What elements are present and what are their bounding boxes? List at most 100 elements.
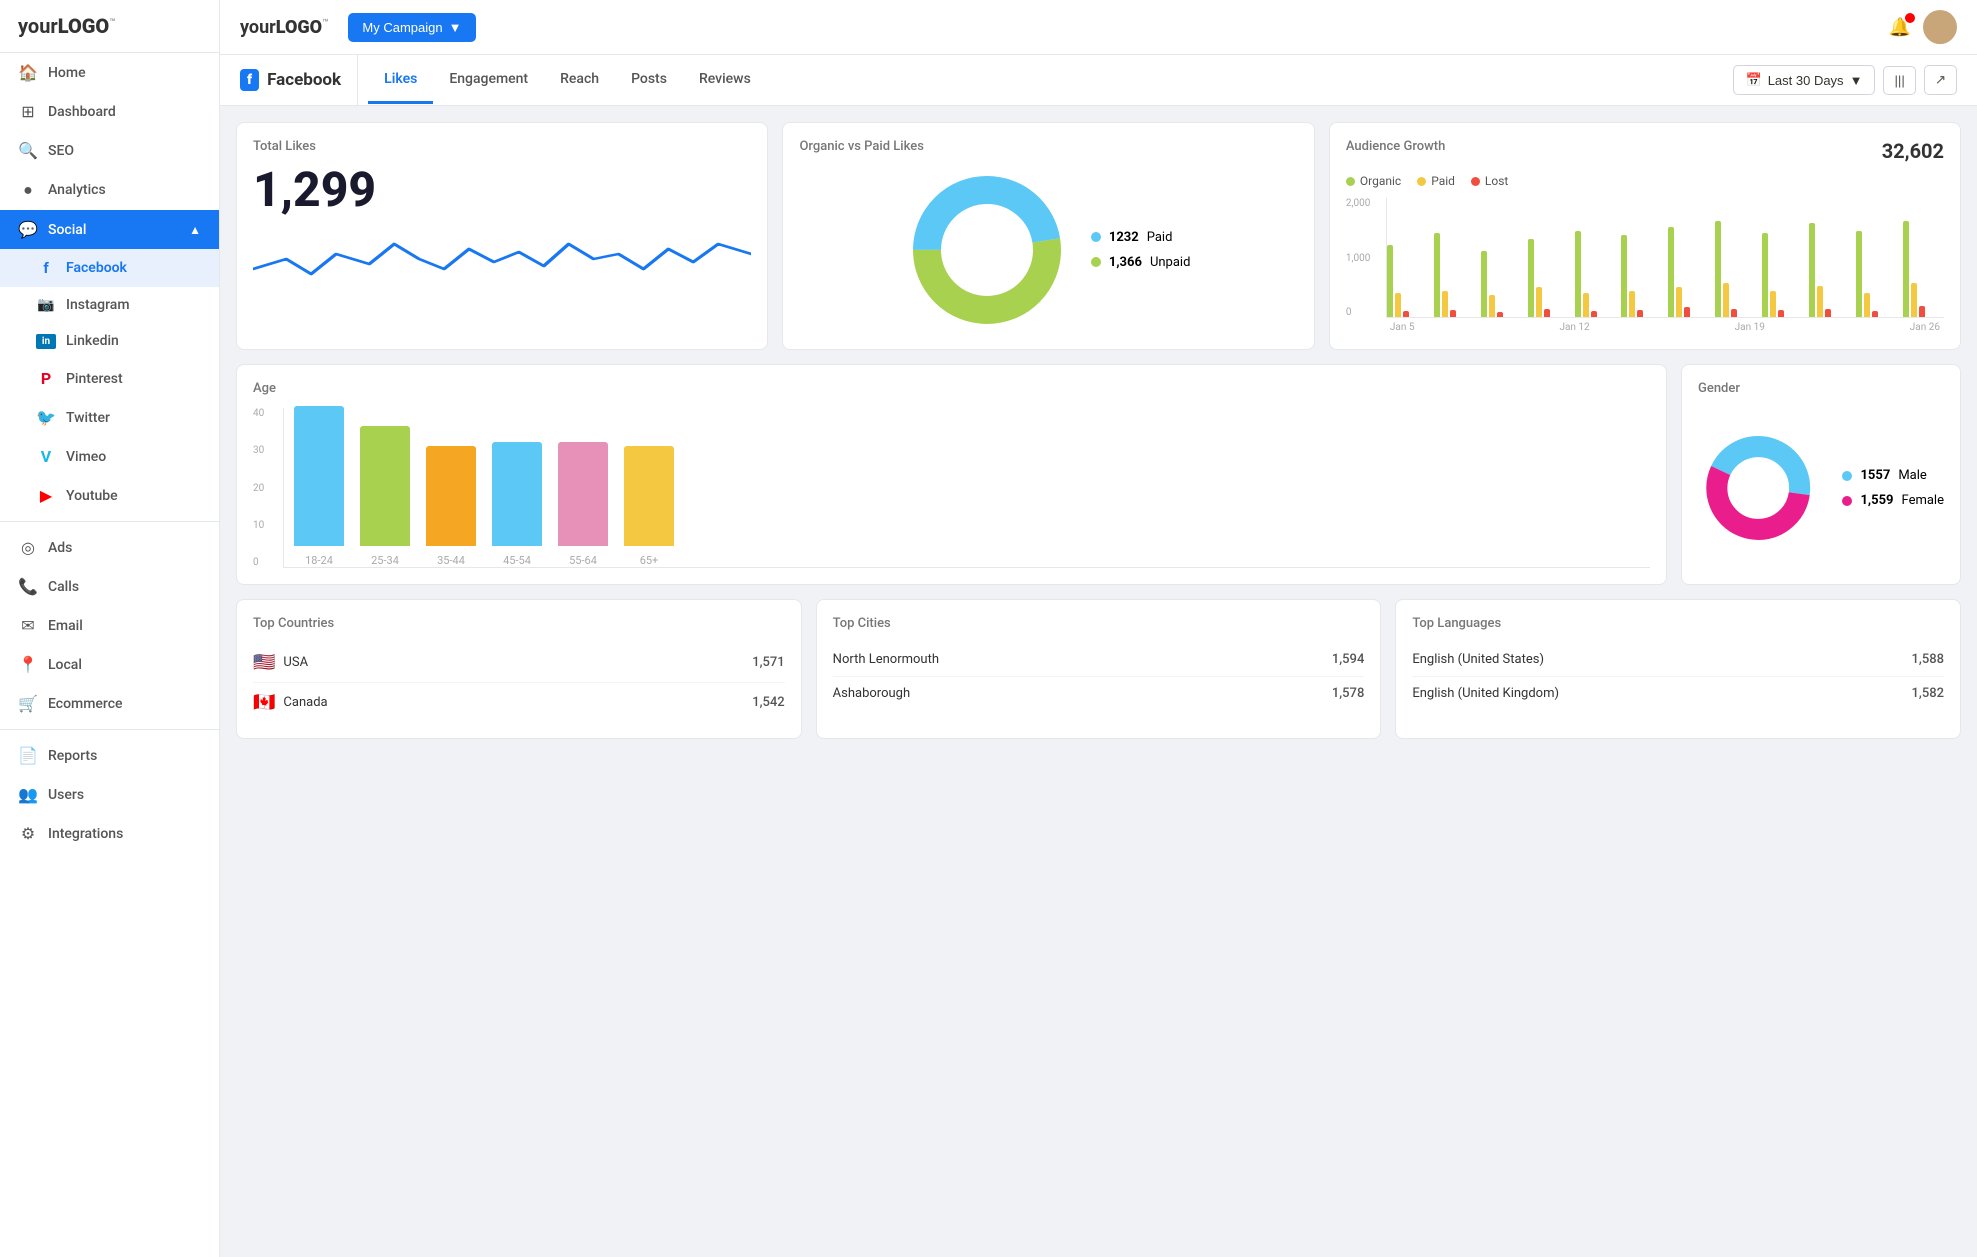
unpaid-dot — [1091, 257, 1101, 267]
tab-likes[interactable]: Likes — [368, 57, 433, 104]
sidebar-item-label: Dashboard — [48, 104, 116, 120]
unpaid-label: Unpaid — [1150, 255, 1190, 270]
growth-organic-bar — [1434, 233, 1440, 317]
tab-reach[interactable]: Reach — [544, 57, 615, 104]
campaign-button[interactable]: My Campaign ▼ — [348, 13, 475, 42]
seo-icon: 🔍 — [18, 141, 38, 160]
growth-paid-bar — [1911, 283, 1917, 317]
sidebar-item-social[interactable]: 💬 Social ▲ — [0, 210, 219, 249]
sidebar-item-pinterest[interactable]: P Pinterest — [0, 359, 219, 398]
chart-view-button[interactable]: ||| — [1883, 66, 1915, 95]
local-icon: 📍 — [18, 655, 38, 674]
top-cities-card: Top Cities North Lenormouth 1,594 Ashabo… — [816, 599, 1382, 739]
sidebar-item-vimeo[interactable]: V Vimeo — [0, 437, 219, 476]
age-y-40: 40 — [253, 408, 264, 419]
age-bar — [294, 406, 344, 546]
growth-organic-bar — [1856, 231, 1862, 317]
city-2-value: 1,578 — [1332, 686, 1364, 701]
user-avatar[interactable] — [1923, 10, 1957, 44]
country-usa-label: USA — [283, 655, 308, 670]
sidebar-item-label: Home — [48, 65, 86, 81]
sidebar-item-ads[interactable]: ◎ Ads — [0, 528, 219, 567]
growth-paid-bar — [1817, 286, 1823, 317]
sidebar-item-instagram[interactable]: 📷 Instagram — [0, 287, 219, 323]
table-row: 🇺🇸 USA 1,571 — [253, 643, 785, 683]
linkedin-icon: in — [36, 334, 56, 349]
y-label-0: 0 — [1346, 307, 1370, 318]
tab-engagement[interactable]: Engagement — [433, 57, 544, 104]
organic-paid-title: Organic vs Paid Likes — [799, 139, 1297, 154]
unpaid-value: 1,366 — [1109, 255, 1142, 270]
gender-card: Gender 1557 Male — [1681, 364, 1961, 585]
sidebar-item-calls[interactable]: 📞 Calls — [0, 567, 219, 606]
sidebar-item-integrations[interactable]: ⚙ Integrations — [0, 814, 219, 853]
sidebar-logo: yourLOGO™ — [0, 0, 219, 53]
female-legend-item: 1,559 Female — [1842, 493, 1944, 508]
growth-bar-group — [1762, 233, 1803, 317]
age-y-0: 0 — [253, 557, 264, 568]
youtube-icon: ▶ — [36, 486, 56, 505]
gender-title: Gender — [1698, 381, 1944, 396]
growth-bar-group — [1668, 227, 1709, 317]
sidebar-item-users[interactable]: 👥 Users — [0, 775, 219, 814]
growth-x-labels: Jan 5Jan 12Jan 19Jan 26 — [1386, 322, 1944, 333]
notification-badge — [1905, 13, 1915, 23]
age-title: Age — [253, 381, 1650, 396]
age-bar-label: 25-34 — [371, 554, 399, 567]
age-bar-label: 35-44 — [437, 554, 465, 567]
organic-legend: Organic — [1346, 174, 1401, 188]
growth-paid-bar — [1723, 283, 1729, 317]
sidebar-item-linkedin[interactable]: in Linkedin — [0, 323, 219, 359]
sidebar-item-seo[interactable]: 🔍 SEO — [0, 131, 219, 170]
growth-lost-bar — [1919, 306, 1925, 317]
sidebar-item-local[interactable]: 📍 Local — [0, 645, 219, 684]
dashboard-icon: ⊞ — [18, 102, 38, 121]
growth-lost-bar — [1403, 311, 1409, 317]
sidebar-item-email[interactable]: ✉ Email — [0, 606, 219, 645]
country-name-usa: 🇺🇸 USA — [253, 652, 308, 673]
sidebar-item-twitter[interactable]: 🐦 Twitter — [0, 398, 219, 437]
growth-lost-bar — [1497, 312, 1503, 317]
donut-legend: 1232 Paid 1,366 Unpaid — [1091, 230, 1191, 270]
growth-paid-bar — [1442, 291, 1448, 317]
sidebar-item-facebook[interactable]: f Facebook — [0, 249, 219, 287]
growth-lost-bar — [1450, 310, 1456, 317]
sidebar: yourLOGO™ 🏠 Home ⊞ Dashboard 🔍 SEO ● Ana… — [0, 0, 220, 1257]
bar-chart-icon: ||| — [1894, 73, 1904, 88]
growth-bar-group — [1387, 245, 1428, 317]
growth-bar-chart — [1386, 198, 1944, 318]
age-gender-row: Age 40 30 20 10 0 18-2425-3435-4445-5455… — [236, 364, 1961, 585]
growth-lost-bar — [1544, 309, 1550, 317]
growth-bar-group — [1575, 231, 1616, 317]
total-likes-card: Total Likes 1,299 — [236, 122, 768, 350]
country-canada-label: Canada — [283, 695, 327, 710]
sidebar-item-youtube[interactable]: ▶ Youtube — [0, 476, 219, 515]
city-2-name: Ashaborough — [833, 686, 910, 701]
share-button[interactable]: ↗ — [1924, 65, 1957, 95]
city-1-label: North Lenormouth — [833, 652, 939, 667]
sidebar-item-reports[interactable]: 📄 Reports — [0, 736, 219, 775]
y-label-1000: 1,000 — [1346, 253, 1370, 264]
notifications-bell[interactable]: 🔔 — [1889, 17, 1911, 38]
paid-legend: Paid — [1417, 174, 1455, 188]
calendar-icon: 📅 — [1746, 72, 1762, 88]
sidebar-item-home[interactable]: 🏠 Home — [0, 53, 219, 92]
sidebar-item-ecommerce[interactable]: 🛒 Ecommerce — [0, 684, 219, 723]
canada-flag-icon: 🇨🇦 — [253, 692, 275, 713]
growth-lost-bar — [1637, 310, 1643, 317]
table-row: English (United Kingdom) 1,582 — [1412, 677, 1944, 710]
city-1-name: North Lenormouth — [833, 652, 939, 667]
country-name-canada: 🇨🇦 Canada — [253, 692, 328, 713]
date-filter-button[interactable]: 📅 Last 30 Days ▼ — [1733, 65, 1876, 95]
tab-posts[interactable]: Posts — [615, 57, 683, 104]
age-bar-group: 65+ — [624, 446, 674, 567]
sidebar-item-dashboard[interactable]: ⊞ Dashboard — [0, 92, 219, 131]
age-bar-label: 18-24 — [305, 554, 333, 567]
paid-label: Paid — [1147, 230, 1173, 245]
dropdown-arrow-icon: ▼ — [1850, 73, 1863, 88]
country-usa-value: 1,571 — [752, 655, 784, 670]
tab-reviews[interactable]: Reviews — [683, 57, 767, 104]
lang-2-value: 1,582 — [1912, 686, 1944, 701]
divider2 — [0, 729, 219, 730]
sidebar-item-analytics[interactable]: ● Analytics — [0, 170, 219, 210]
